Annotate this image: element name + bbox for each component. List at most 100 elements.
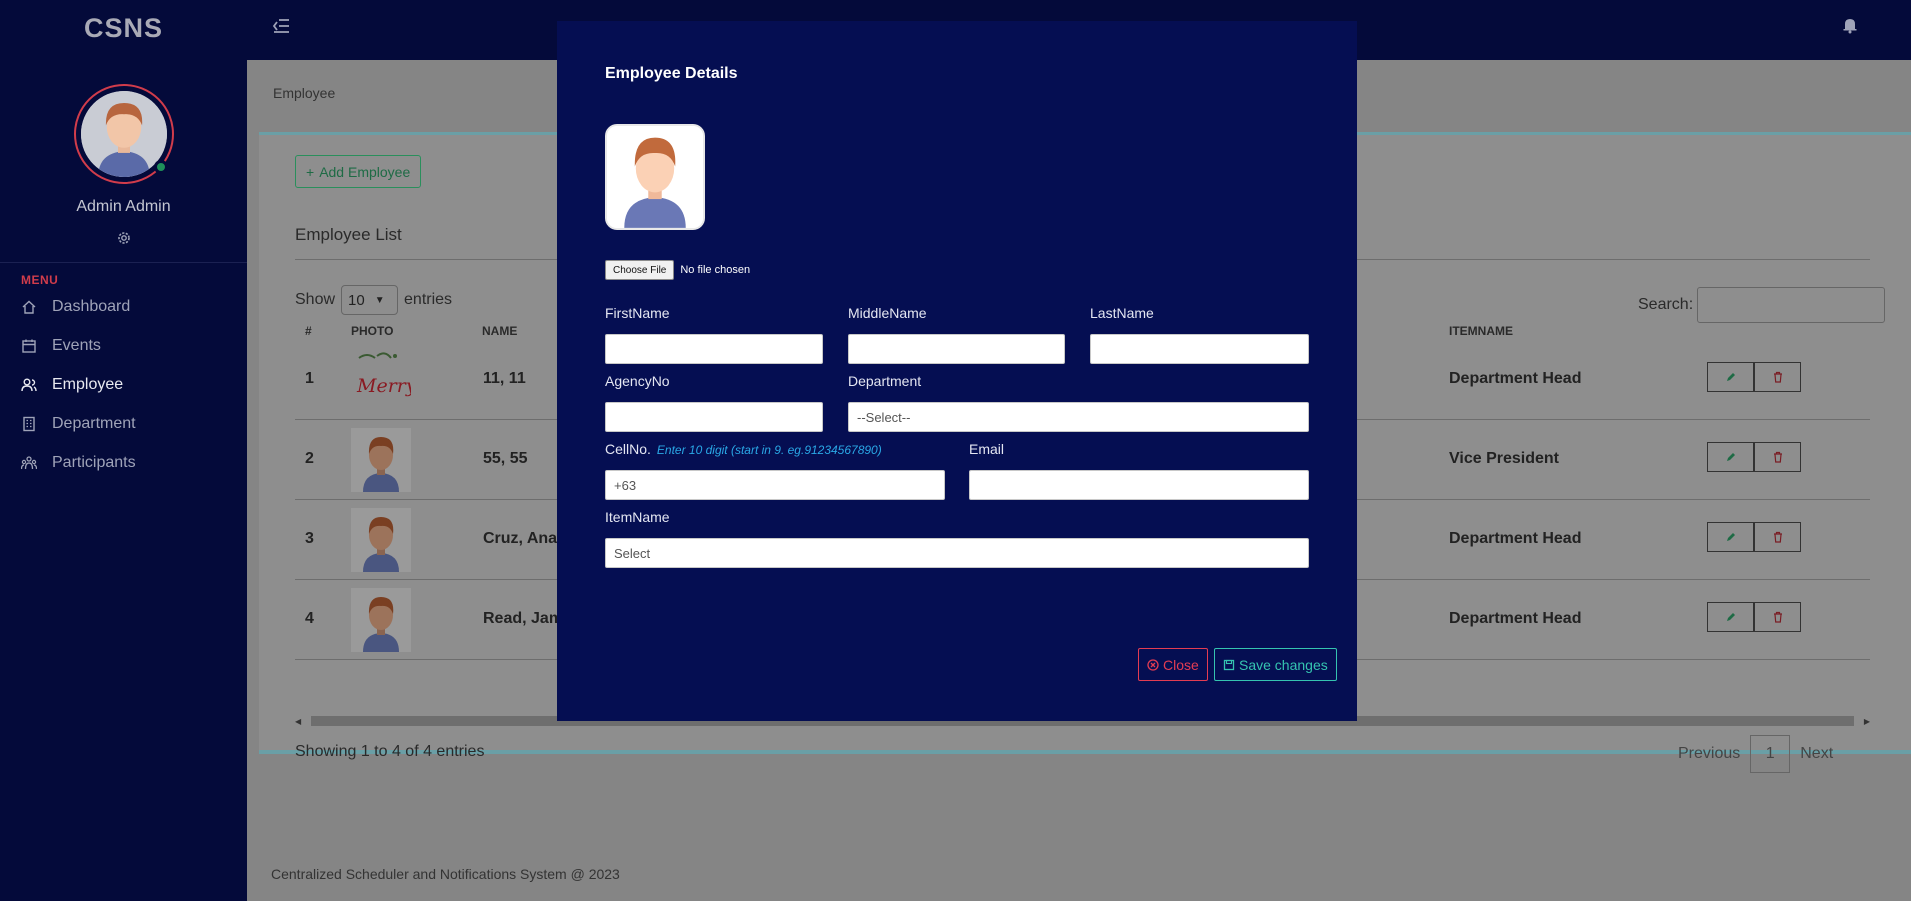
avatar-icon xyxy=(351,588,411,652)
sidebar-item-dashboard[interactable]: Dashboard xyxy=(0,287,247,326)
firstname-input[interactable] xyxy=(605,334,823,364)
avatar-icon xyxy=(351,428,411,492)
itemname-label: ItemName xyxy=(605,509,670,525)
previous-page-button[interactable]: Previous xyxy=(1678,745,1740,763)
column-header-name[interactable]: NAME xyxy=(482,324,517,338)
online-status-dot xyxy=(153,160,168,174)
sidebar-item-label: Employee xyxy=(52,375,124,393)
file-upload: Choose File No file chosen xyxy=(605,260,750,280)
sidebar-item-participants[interactable]: Participants xyxy=(0,443,247,482)
department-select[interactable]: --Select-- xyxy=(848,402,1309,432)
lastname-label: LastName xyxy=(1090,305,1154,321)
building-icon xyxy=(23,416,35,431)
table-info: Showing 1 to 4 of 4 entries xyxy=(295,743,485,760)
user-name: Admin Admin xyxy=(76,198,171,215)
column-header-itemname[interactable]: ITEMNAME xyxy=(1449,324,1513,338)
edit-button[interactable] xyxy=(1707,522,1754,552)
page-button[interactable]: 1 xyxy=(1750,735,1791,773)
sidebar-item-label: Participants xyxy=(52,453,136,471)
column-header-num[interactable]: # xyxy=(305,324,312,338)
users-icon xyxy=(21,378,37,391)
firstname-label: FirstName xyxy=(605,305,670,321)
sidebar-item-label: Department xyxy=(52,414,136,432)
trash-icon xyxy=(1773,611,1782,623)
avatar-icon xyxy=(607,126,703,228)
sidebar-item-label: Events xyxy=(52,336,101,354)
pencil-icon xyxy=(1726,373,1735,381)
itemname-select[interactable]: Select xyxy=(605,538,1309,568)
agencyno-label: AgencyNo xyxy=(605,373,670,389)
employee-details-modal: Employee Details Choose File No file cho… xyxy=(557,21,1357,721)
cellno-label: CellNo. Enter 10 digit (start in 9. eg.91… xyxy=(605,441,882,457)
merry-image: Merry xyxy=(356,352,411,397)
cellno-input[interactable]: +63 xyxy=(605,470,945,500)
delete-button[interactable] xyxy=(1754,522,1801,552)
sidebar-item-employee[interactable]: Employee xyxy=(0,365,247,404)
participants-icon xyxy=(21,455,37,469)
sidebar-item-department[interactable]: Department xyxy=(0,404,247,443)
bell-icon xyxy=(1843,19,1857,34)
delete-button[interactable] xyxy=(1754,442,1801,472)
pencil-icon xyxy=(1726,453,1735,461)
save-icon xyxy=(1223,659,1235,670)
sidebar: CSNS Admin Admin MENU Dashboard Events E xyxy=(0,0,247,901)
next-page-button[interactable]: Next xyxy=(1800,745,1833,763)
settings-gear[interactable] xyxy=(0,230,247,246)
email-input[interactable] xyxy=(969,470,1309,500)
avatar-icon xyxy=(351,508,411,572)
trash-icon xyxy=(1773,531,1782,543)
search-control: Search: xyxy=(1638,287,1886,323)
trash-icon xyxy=(1773,451,1782,463)
department-label: Department xyxy=(848,373,922,389)
pencil-icon xyxy=(1726,533,1735,541)
svg-text:Merry: Merry xyxy=(356,375,411,397)
home-icon xyxy=(22,300,36,314)
agencyno-input[interactable] xyxy=(605,402,823,432)
add-employee-button[interactable]: + Add Employee xyxy=(295,155,422,188)
close-button[interactable]: Close xyxy=(1138,648,1208,681)
trash-icon xyxy=(1773,371,1782,383)
pagination: Previous 1 Next xyxy=(1678,735,1833,773)
chevron-down-icon: ▼ xyxy=(374,294,385,306)
middlename-input[interactable] xyxy=(848,334,1065,364)
scroll-right-icon[interactable]: ▶ xyxy=(1864,717,1870,726)
delete-button[interactable] xyxy=(1754,602,1801,632)
notifications-button[interactable] xyxy=(1841,16,1859,39)
plus-icon: + xyxy=(306,163,315,180)
choose-file-button[interactable]: Choose File xyxy=(605,260,675,280)
file-status: No file chosen xyxy=(680,264,751,276)
list-title: Employee List xyxy=(295,225,402,244)
column-header-photo[interactable]: PHOTO xyxy=(351,324,393,338)
delete-button[interactable] xyxy=(1754,362,1801,392)
close-circle-icon xyxy=(1147,658,1159,671)
search-input[interactable] xyxy=(1697,287,1886,323)
gear-icon xyxy=(117,232,130,244)
save-changes-button[interactable]: Save changes xyxy=(1214,648,1337,681)
menu-collapse-icon xyxy=(272,19,289,33)
pencil-icon xyxy=(1726,613,1735,621)
sidebar-item-label: Dashboard xyxy=(52,297,131,315)
menu-label: MENU xyxy=(21,273,59,287)
edit-button[interactable] xyxy=(1707,602,1754,632)
edit-button[interactable] xyxy=(1707,362,1754,392)
sidebar-item-events[interactable]: Events xyxy=(0,326,247,365)
edit-button[interactable] xyxy=(1707,442,1754,472)
entries-select[interactable]: 10 ▼ xyxy=(341,285,399,315)
footer-text: Centralized Scheduler and Notifications … xyxy=(271,866,620,882)
scroll-left-icon[interactable]: ◀ xyxy=(295,717,301,726)
brand-logo[interactable]: CSNS xyxy=(0,0,247,56)
employee-photo: Merry xyxy=(351,348,411,412)
avatar[interactable] xyxy=(73,84,174,184)
entries-length-control: Show 10 ▼ entries xyxy=(295,285,452,315)
modal-title: Employee Details xyxy=(605,65,738,82)
employee-photo xyxy=(351,428,411,492)
employee-photo-preview xyxy=(605,124,705,230)
breadcrumb[interactable]: Employee xyxy=(273,85,335,101)
sidebar-toggle-button[interactable] xyxy=(271,16,291,41)
calendar-icon xyxy=(22,339,36,353)
employee-photo xyxy=(351,508,411,572)
employee-photo xyxy=(351,588,411,652)
lastname-input[interactable] xyxy=(1090,334,1309,364)
email-label: Email xyxy=(969,441,1005,457)
middlename-label: MiddleName xyxy=(848,305,927,321)
